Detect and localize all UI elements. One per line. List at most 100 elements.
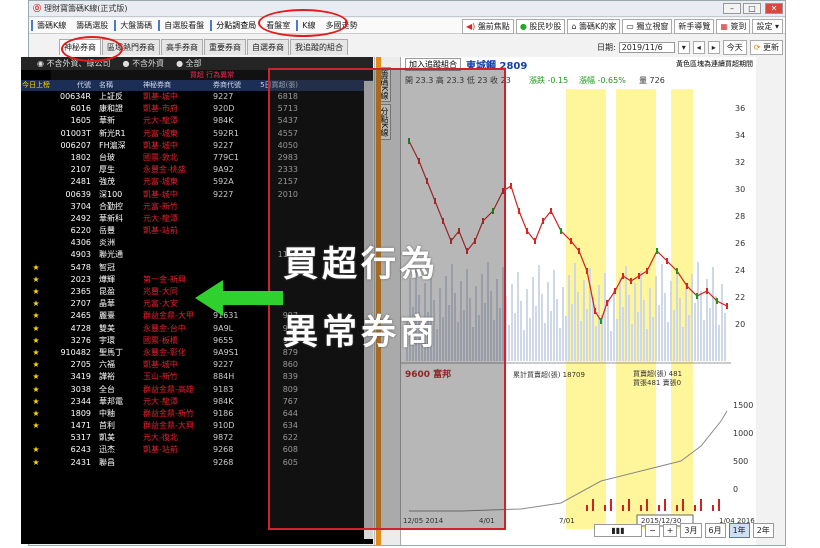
refresh-button[interactable]: ⟳ 更新	[749, 40, 783, 55]
col-header-name[interactable]: 名稱	[93, 80, 135, 91]
candlestick	[560, 228, 562, 234]
col-header-today[interactable]: 今日上榜	[21, 80, 51, 91]
period-6m-button[interactable]: 6月	[704, 523, 726, 538]
today-star-cell	[21, 152, 51, 164]
period-3m-button[interactable]: 3月	[680, 523, 702, 538]
stock-code-cell: 3704	[70, 201, 91, 211]
settings-button[interactable]: 設定 ▾	[752, 19, 783, 34]
toolbar-item-kline[interactable]: 籌碼K線	[31, 20, 70, 31]
toolbar-item-screener[interactable]: 籌碼選股	[72, 20, 112, 31]
premarket-button[interactable]: ◀) 盤前焦點	[461, 19, 514, 34]
home-button[interactable]: ⌂ 籌碼K的家	[567, 19, 621, 34]
stock-code-cell: 6016	[70, 104, 91, 114]
today-star-cell: ★	[32, 457, 40, 467]
today-star-cell	[21, 128, 51, 140]
change-text: 漲跌 -0.15	[529, 75, 568, 85]
change-pct-text: 漲幅 -0.65%	[579, 75, 626, 85]
stock-code-cell: 1471	[70, 421, 91, 431]
zoom-in-button[interactable]: +	[662, 524, 678, 537]
tab-expert-broker[interactable]: 高手券商	[161, 39, 203, 55]
broker-code-cell: 9227	[213, 140, 234, 150]
stock-name-cell: 聯光通	[99, 250, 123, 260]
broker-cell: 元大-龍潭	[143, 213, 178, 223]
chat-button[interactable]: ● 股民吵股	[515, 19, 566, 34]
today-star-cell: ★	[32, 396, 40, 406]
scroll-track[interactable]: ▮▮▮	[594, 524, 642, 537]
stock-code-cell: 2431	[70, 457, 91, 467]
chat-icon: ●	[519, 22, 527, 31]
date-field[interactable]: 2019/11/6	[618, 42, 675, 53]
filter-option-2[interactable]: ● 不含外資	[123, 58, 165, 69]
stock-name-cell: 合勤控	[99, 201, 123, 211]
candlestick	[550, 208, 552, 214]
col-header-code[interactable]: 代號	[51, 80, 93, 91]
today-star-cell	[21, 91, 51, 103]
close-button[interactable]: ✕	[765, 3, 783, 14]
candlestick	[606, 300, 608, 306]
cum-label: 累計買賣超(張) 18709	[513, 370, 585, 379]
broker-code-cell: 9183	[213, 384, 234, 394]
radio-off-icon: ●	[122, 59, 130, 68]
stock-name-cell: 迅杰	[99, 445, 115, 455]
stock-name-cell: 凱美	[99, 433, 115, 443]
date-next-button[interactable]: ▸	[707, 41, 720, 54]
broker-cell: 凱基-站前	[143, 226, 178, 236]
today-star-cell: ★	[32, 299, 40, 309]
broker-code-cell: 779C1	[213, 152, 239, 162]
candlestick	[656, 248, 658, 254]
stock-code-cell: 910482	[60, 347, 91, 357]
tab-tracked-combo[interactable]: 我追蹤的組合	[290, 39, 348, 55]
stock-name-cell: 聖馬丁	[99, 347, 123, 357]
guide-button[interactable]: 新手導覽	[674, 19, 715, 34]
today-star-cell	[21, 249, 51, 261]
date-dropdown-button[interactable]: ▾	[677, 41, 690, 54]
col-header-broker[interactable]: 神秘券商	[135, 80, 213, 91]
col-header-broker-code[interactable]: 券商代號	[213, 80, 253, 91]
checkin-button[interactable]: ▦ 簽到	[716, 19, 751, 34]
volume-tick-label: 1000	[733, 429, 753, 438]
toolbar-item-watchlist[interactable]: 自選股看盤	[158, 20, 208, 31]
today-star-cell	[21, 189, 51, 201]
today-star-cell	[21, 201, 51, 213]
today-star-cell: ★	[32, 262, 40, 272]
candlestick	[706, 288, 708, 294]
stock-code-cell: 2344	[70, 396, 91, 406]
period-2y-button[interactable]: 2年	[752, 523, 774, 538]
candlestick	[716, 298, 718, 304]
candlestick	[578, 248, 580, 254]
popout-button[interactable]: ▭ 獨立視窗	[622, 19, 673, 34]
stock-name-cell: 厚生	[99, 165, 115, 175]
period-1y-button[interactable]: 1年	[728, 523, 750, 538]
stock-name-cell: 全台	[99, 384, 115, 394]
broker-code-cell: 884H	[213, 372, 235, 382]
maximize-button[interactable]: □	[743, 3, 761, 14]
today-star-cell: ★	[32, 384, 40, 394]
broker-code-cell: 9A9L	[213, 323, 234, 333]
broker-cell: 元富-城東	[143, 128, 178, 138]
broker-cell: 元大-龍潭	[143, 116, 178, 126]
broker-code-cell: 920D	[213, 104, 235, 114]
broker-cell: 永豐金-彰化	[143, 347, 186, 357]
tab-important-broker[interactable]: 重要券商	[204, 39, 246, 55]
broker-code-cell	[213, 213, 253, 225]
today-button[interactable]: 今天	[722, 40, 747, 55]
toolbar-item-market[interactable]: 大盤籌碼	[114, 20, 156, 31]
price-tick-label: 24	[735, 266, 745, 275]
toolbar-item-branch[interactable]: 分點調查局	[210, 20, 260, 31]
volume-text: 量 726	[639, 76, 665, 85]
minimize-button[interactable]: –	[723, 3, 741, 14]
today-star-cell: ★	[32, 421, 40, 431]
tab-custom-broker[interactable]: 自選券商	[247, 39, 289, 55]
price-tick-label: 22	[735, 293, 745, 302]
broker-cell: 凱基-站前	[143, 445, 178, 455]
broker-cell: 元大-復北	[143, 433, 178, 443]
stock-code-cell: 00639	[65, 189, 91, 199]
stock-code-cell: 5317	[70, 433, 91, 443]
filter-option-3[interactable]: ● 全部	[176, 58, 202, 69]
zoom-out-button[interactable]: −	[645, 524, 660, 537]
stock-name-cell: 首利	[99, 421, 115, 431]
date-prev-button[interactable]: ◂	[692, 41, 705, 54]
today-star-cell	[21, 103, 51, 115]
stock-name-cell: 智冠	[99, 262, 115, 272]
broker-cell: 群益金鼎-高雄	[143, 384, 194, 394]
